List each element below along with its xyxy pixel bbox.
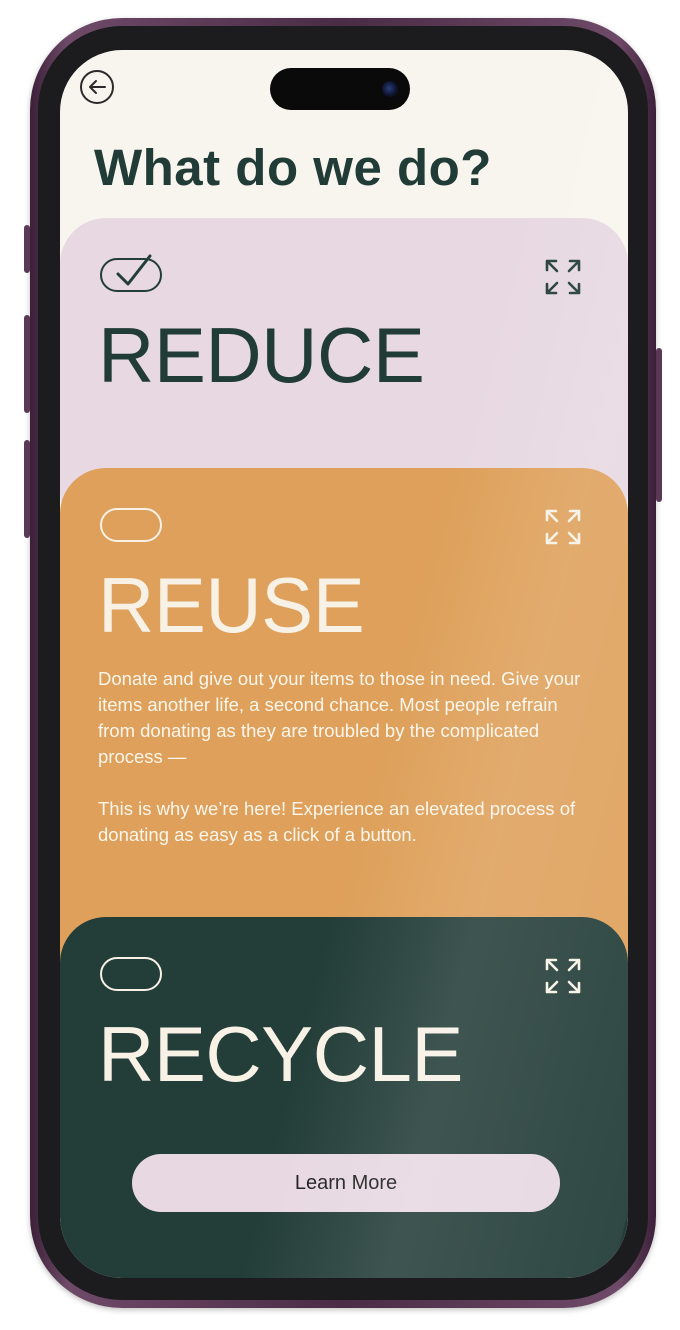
action-button [24,225,30,273]
back-button[interactable] [80,70,114,104]
expand-arrows-icon[interactable] [544,258,582,296]
volume-down-button [24,440,30,538]
reuse-paragraph-1: Donate and give out your items to those … [98,668,581,767]
reuse-description: Donate and give out your items to those … [98,666,598,874]
reuse-paragraph-2: This is why we’re here! Experience an el… [98,798,576,845]
recycle-select-toggle[interactable] [100,957,162,991]
reduce-title: REDUCE [98,311,425,399]
recycle-title: RECYCLE [98,1010,463,1098]
reduce-select-toggle[interactable] [100,254,162,292]
recycle-card[interactable]: RECYCLE Learn More [60,917,628,1278]
expand-arrows-icon[interactable] [544,508,582,546]
app-screen: What do we do? REDUCE REUSE Donate and g… [60,50,628,1278]
page-title: What do we do? [94,139,492,196]
volume-up-button [24,315,30,413]
dynamic-island [270,68,410,110]
reuse-select-toggle[interactable] [100,508,162,542]
power-button [656,348,662,502]
expand-arrows-icon[interactable] [544,957,582,995]
checkmark-icon [116,254,152,286]
learn-more-button[interactable]: Learn More [132,1154,560,1212]
reuse-title: REUSE [98,561,365,649]
front-camera [382,81,398,97]
arrow-left-circle-icon [89,80,106,94]
